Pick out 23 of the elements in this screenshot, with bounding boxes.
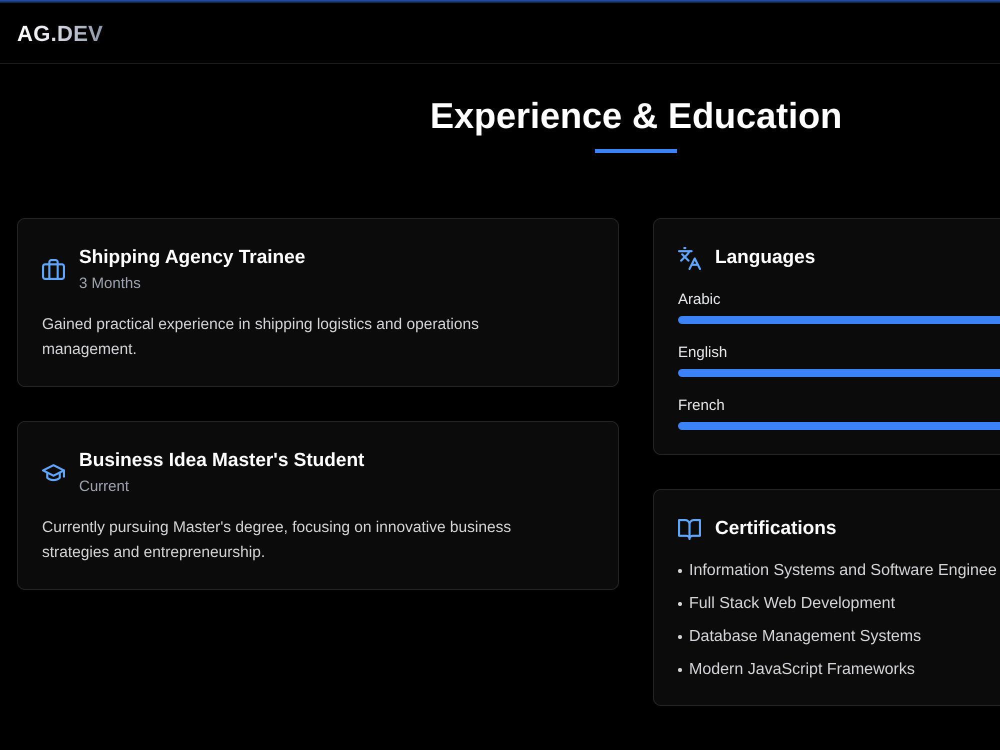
certification-item: Database Management Systems xyxy=(689,627,922,648)
certifications-title: Certifications xyxy=(715,517,836,542)
bullet-icon xyxy=(678,668,682,672)
bullet-icon xyxy=(678,602,682,606)
section-title: Experience & Education xyxy=(430,94,842,138)
certification-item: Modern JavaScript Frameworks xyxy=(689,660,915,680)
certification-item: Full Stack Web Development xyxy=(689,594,896,614)
translate-icon xyxy=(678,246,701,270)
experience-title: Business Idea Master's Student xyxy=(79,449,364,474)
experience-period: 3 Months xyxy=(79,274,142,294)
language-name: Arabic xyxy=(678,290,722,310)
bullet-icon xyxy=(678,569,682,574)
languages-title: Languages xyxy=(715,246,816,270)
certification-item: Information Systems and Software Enginee xyxy=(689,561,997,582)
language-name: English xyxy=(678,343,728,364)
briefcase-icon xyxy=(42,258,65,281)
experience-description: Currently pursuing Master's degree, focusing on innovative business strategies and entrepreneurship. xyxy=(42,518,512,564)
experience-title: Shipping Agency Trainee xyxy=(79,246,306,270)
bullet-icon xyxy=(678,635,682,640)
open-book-icon xyxy=(678,518,701,541)
experience-period: Current xyxy=(79,477,130,498)
language-name: French xyxy=(678,396,726,416)
experience-description: Gained practical experience in shipping logistics and operations management. xyxy=(42,315,480,360)
